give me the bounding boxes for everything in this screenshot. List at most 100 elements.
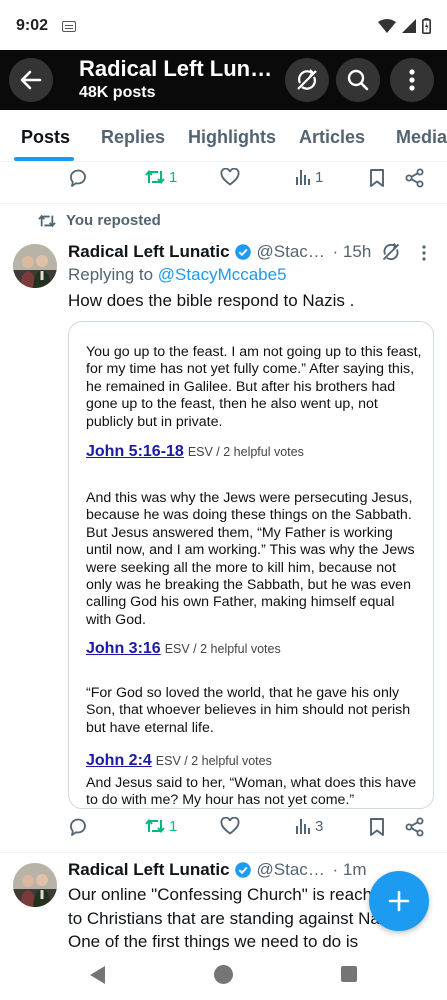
more-vertical-icon bbox=[409, 69, 415, 91]
heart-icon bbox=[220, 817, 240, 835]
tab-articles[interactable]: Articles bbox=[299, 127, 365, 148]
verse-reference: John 2:4 ESV / 2 helpful votes bbox=[86, 752, 272, 770]
views-button[interactable]: 3 bbox=[295, 817, 323, 835]
retweet-icon bbox=[145, 818, 165, 834]
verse-reference: John 5:16-18 ESV / 2 helpful votes bbox=[86, 443, 304, 461]
status-bar: 9:02 bbox=[0, 0, 447, 52]
battery-icon bbox=[422, 18, 431, 34]
author-handle[interactable]: @StacyMccabe5 bbox=[257, 860, 329, 880]
nav-recents-icon[interactable] bbox=[341, 966, 357, 982]
verified-badge-icon bbox=[234, 862, 251, 878]
tweet-header: Radical Left Lunatic @StacyMccabe5 · 1m bbox=[68, 860, 367, 880]
prev-tweet-actions: 1 1 bbox=[0, 168, 447, 198]
tweet-actions: 1 3 bbox=[0, 817, 447, 847]
profile-tabs: Posts Replies Highlights Articles Media bbox=[0, 110, 447, 162]
bookmark-button[interactable] bbox=[369, 817, 385, 837]
bookmark-icon bbox=[370, 169, 384, 187]
no-sync-icon[interactable] bbox=[381, 242, 401, 262]
status-time: 9:02 bbox=[16, 17, 49, 34]
tweet-timestamp[interactable]: · 1m bbox=[333, 860, 367, 880]
share-button[interactable] bbox=[405, 817, 425, 837]
tab-posts[interactable]: Posts bbox=[21, 127, 70, 148]
divider bbox=[0, 852, 447, 853]
verse-reference-link: John 2:4 bbox=[86, 752, 152, 769]
repost-banner-text: You reposted bbox=[66, 212, 161, 229]
repost-banner: You reposted bbox=[38, 212, 161, 229]
attached-image[interactable]: You go up to the feast. I am not going u… bbox=[68, 321, 434, 809]
verse-text: And this was why the Jews were persecuti… bbox=[86, 490, 415, 628]
author-handle[interactable]: @StacyMccabe5 bbox=[257, 242, 329, 262]
views-count: 1 bbox=[315, 168, 324, 186]
views-button[interactable]: 1 bbox=[295, 168, 323, 186]
verified-badge-icon bbox=[234, 244, 251, 260]
active-tab-indicator bbox=[14, 157, 74, 161]
verse-reference-link: John 3:16 bbox=[86, 640, 161, 657]
replying-prefix: Replying to bbox=[68, 265, 154, 284]
wifi-icon bbox=[378, 19, 396, 33]
tweet-timestamp[interactable]: · 15h bbox=[333, 242, 372, 262]
more-options-button[interactable] bbox=[390, 58, 434, 102]
search-button[interactable] bbox=[336, 58, 380, 102]
bookmark-icon bbox=[370, 818, 384, 836]
more-vertical-icon[interactable] bbox=[422, 245, 426, 261]
signal-icon bbox=[402, 19, 416, 33]
compose-button[interactable] bbox=[369, 871, 429, 931]
retweet-icon bbox=[145, 169, 165, 185]
verse-reference-meta: ESV / 2 helpful votes bbox=[164, 642, 281, 656]
like-button[interactable] bbox=[220, 817, 240, 835]
views-count: 3 bbox=[315, 817, 324, 835]
reply-icon bbox=[70, 818, 86, 836]
share-button[interactable] bbox=[405, 168, 425, 188]
status-icons bbox=[378, 18, 431, 34]
plus-icon bbox=[388, 890, 410, 912]
tweet-header: Radical Left Lunatic @StacyMccabe5 · 15h bbox=[68, 242, 371, 262]
author-name[interactable]: Radical Left Lunatic bbox=[68, 860, 230, 880]
share-icon bbox=[405, 817, 424, 837]
retweet-count: 1 bbox=[169, 817, 178, 835]
avatar-photo bbox=[13, 244, 57, 288]
bookmark-button[interactable] bbox=[369, 168, 385, 188]
replying-to-link[interactable]: @StacyMccabe5 bbox=[158, 265, 287, 284]
share-icon bbox=[405, 168, 424, 188]
reply-button[interactable] bbox=[68, 817, 88, 837]
arrow-left-icon bbox=[20, 70, 42, 90]
verse-reference-link: John 5:16-18 bbox=[86, 443, 184, 460]
avatar[interactable] bbox=[13, 863, 57, 907]
replying-to-line: Replying to @StacyMccabe5 bbox=[68, 265, 287, 285]
system-nav-bar bbox=[0, 950, 447, 1000]
verse-text: “For God so loved the world, that he gav… bbox=[86, 685, 411, 736]
tab-replies[interactable]: Replies bbox=[101, 127, 165, 148]
message-notification-icon bbox=[62, 20, 77, 32]
nav-back-icon[interactable] bbox=[90, 966, 105, 984]
back-button[interactable] bbox=[9, 58, 53, 102]
tweet-text: How does the bible respond to Nazis . bbox=[68, 291, 355, 310]
notifications-off-button[interactable] bbox=[285, 58, 329, 102]
avatar[interactable] bbox=[13, 244, 57, 288]
profile-name-title: Radical Left Lunatic bbox=[79, 56, 277, 81]
analytics-icon bbox=[296, 819, 310, 834]
reply-button[interactable] bbox=[68, 168, 88, 188]
retweet-button[interactable]: 1 bbox=[145, 168, 177, 186]
verse-text: You go up to the feast. I am not going u… bbox=[86, 344, 422, 430]
verse-reference-meta: ESV / 2 helpful votes bbox=[155, 754, 272, 768]
post-count: 48K posts bbox=[79, 84, 156, 101]
verse-reference: John 3:16 ESV / 2 helpful votes bbox=[86, 640, 281, 658]
reply-icon bbox=[70, 169, 86, 187]
retweet-count: 1 bbox=[169, 168, 178, 186]
header-titles: Radical Left Lunatic 48K posts bbox=[79, 56, 277, 102]
avatar-photo bbox=[13, 863, 57, 907]
analytics-icon bbox=[296, 170, 310, 185]
search-icon bbox=[347, 69, 369, 91]
tab-media[interactable]: Media bbox=[396, 127, 447, 148]
profile-header: Radical Left Lunatic 48K posts bbox=[0, 50, 447, 110]
retweet-icon bbox=[38, 214, 56, 227]
heart-icon bbox=[220, 168, 240, 186]
tab-highlights[interactable]: Highlights bbox=[188, 127, 276, 148]
no-sync-icon bbox=[297, 69, 317, 90]
retweet-button[interactable]: 1 bbox=[145, 817, 177, 835]
nav-home-icon[interactable] bbox=[214, 965, 233, 984]
verse-reference-meta: ESV / 2 helpful votes bbox=[187, 445, 304, 459]
like-button[interactable] bbox=[220, 168, 240, 186]
divider bbox=[0, 203, 447, 204]
author-name[interactable]: Radical Left Lunatic bbox=[68, 242, 230, 262]
